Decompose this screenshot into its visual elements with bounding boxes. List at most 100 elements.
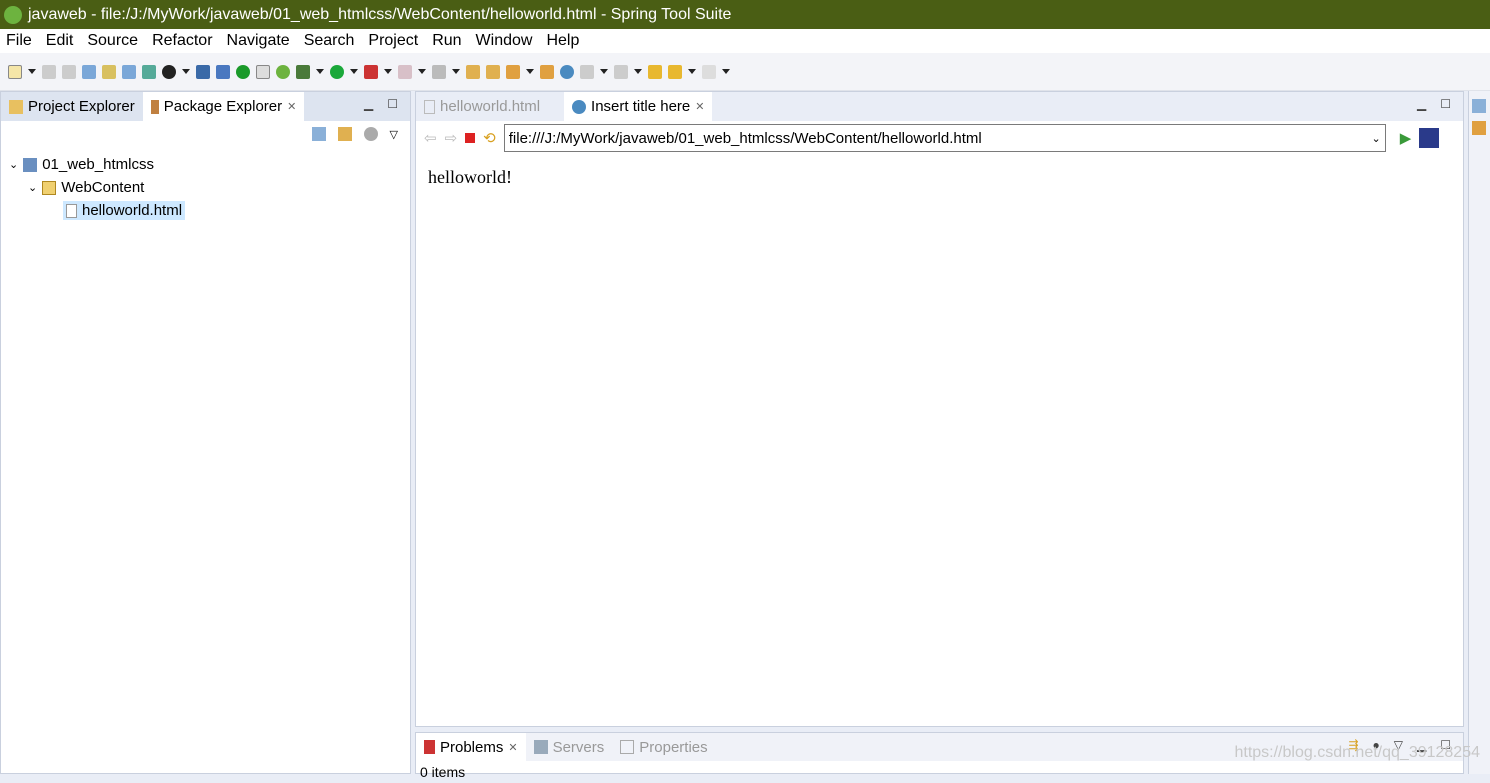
dropdown-icon[interactable] — [634, 69, 642, 74]
outline-view-icon[interactable] — [1472, 99, 1486, 113]
forward-icon[interactable] — [702, 64, 716, 79]
file-icon — [424, 99, 435, 114]
dropdown-icon[interactable] — [418, 69, 426, 74]
menu-search[interactable]: Search — [304, 32, 355, 50]
back-icon[interactable]: ⇦ — [424, 129, 437, 147]
tab-label: Project Explorer — [28, 98, 135, 115]
save-icon[interactable] — [42, 64, 56, 79]
search-icon[interactable] — [506, 64, 520, 79]
tab-project-explorer[interactable]: Project Explorer — [1, 92, 143, 121]
tree-item-helloworld[interactable]: helloworld.html — [9, 199, 402, 222]
stop-icon[interactable] — [465, 133, 476, 143]
console-icon[interactable] — [196, 64, 210, 79]
go-icon[interactable]: ▶ — [1400, 129, 1412, 147]
tab-helloworld-html[interactable]: helloworld.html — [416, 92, 548, 121]
eclipse-icon[interactable] — [1419, 128, 1440, 148]
open-resource-icon[interactable] — [486, 64, 500, 79]
tree-item-project[interactable]: ⌄ 01_web_htmlcss — [9, 153, 402, 176]
dropdown-icon[interactable] — [722, 69, 730, 74]
open-folder-icon[interactable] — [540, 64, 554, 79]
menu-navigate[interactable]: Navigate — [227, 32, 290, 50]
chevron-down-icon[interactable]: ⌄ — [9, 158, 18, 171]
dropdown-icon[interactable] — [384, 69, 392, 74]
menu-source[interactable]: Source — [87, 32, 138, 50]
maximize-icon[interactable]: ☐ — [1440, 97, 1451, 111]
dropdown-icon[interactable] — [526, 69, 534, 74]
new-source-icon[interactable] — [122, 64, 136, 79]
project-icon — [23, 157, 38, 172]
close-icon[interactable]: ✕ — [695, 100, 704, 113]
dropdown-icon[interactable] — [350, 69, 358, 74]
run-icon[interactable] — [330, 64, 344, 79]
chevron-down-icon[interactable]: ⌄ — [28, 181, 37, 194]
tab-insert-title-here[interactable]: Insert title here ✕ — [564, 92, 713, 121]
properties-icon — [620, 740, 635, 754]
project-explorer-icon — [9, 99, 23, 114]
menu-window[interactable]: Window — [476, 32, 533, 50]
link-with-editor-icon[interactable] — [337, 127, 352, 141]
previous-annotation-icon[interactable] — [614, 64, 628, 79]
menu-refactor[interactable]: Refactor — [152, 32, 212, 50]
spring-icon[interactable] — [276, 64, 290, 79]
outline-icon[interactable] — [256, 64, 270, 79]
new-class-icon[interactable] — [82, 64, 96, 79]
url-input[interactable]: file:///J:/MyWork/javaweb/01_web_htmlcss… — [503, 124, 1386, 152]
skip-breakpoints-icon[interactable] — [216, 64, 230, 79]
menu-file[interactable]: File — [6, 32, 32, 50]
menu-run[interactable]: Run — [432, 32, 461, 50]
spring-logo-icon — [4, 5, 22, 24]
dropdown-icon[interactable] — [28, 69, 36, 74]
tab-problems[interactable]: Problems ✕ — [416, 733, 526, 761]
tree-item-webcontent[interactable]: ⌄ WebContent — [9, 176, 402, 199]
external-tools-icon[interactable] — [364, 64, 378, 79]
menu-help[interactable]: Help — [546, 32, 579, 50]
chevron-down-icon[interactable]: ⌄ — [1372, 132, 1381, 145]
open-type-icon[interactable] — [466, 64, 480, 79]
debug-icon[interactable] — [296, 64, 310, 79]
tab-label: helloworld.html — [440, 98, 541, 115]
menu-edit[interactable]: Edit — [46, 32, 74, 50]
minimize-icon[interactable]: ▁ — [1417, 97, 1426, 111]
next-annotation-icon[interactable] — [580, 64, 594, 79]
minimize-icon[interactable]: ▁ — [364, 97, 373, 111]
deploy-icon[interactable] — [142, 64, 156, 79]
view-menu-icon[interactable]: ▽ — [390, 128, 398, 141]
last-edit-icon[interactable] — [648, 64, 662, 79]
window-title: javaweb - file:/J:/MyWork/javaweb/01_web… — [28, 5, 732, 23]
new-icon[interactable] — [8, 64, 22, 79]
right-trim-bar — [1468, 91, 1490, 774]
maximize-icon[interactable]: ☐ — [387, 97, 398, 111]
dropdown-icon[interactable] — [316, 69, 324, 74]
back-icon[interactable] — [668, 64, 682, 79]
servers-icon — [533, 740, 548, 754]
stop-icon[interactable] — [398, 64, 412, 79]
task-list-icon[interactable] — [1472, 121, 1486, 135]
menu-bar: File Edit Source Refactor Navigate Searc… — [0, 29, 1490, 53]
tab-properties[interactable]: Properties — [612, 733, 715, 761]
tab-label: Package Explorer — [163, 98, 283, 115]
tab-label: Insert title here — [591, 98, 691, 115]
refresh-icon[interactable]: ⟲ — [483, 129, 496, 147]
dropdown-icon[interactable] — [182, 69, 190, 74]
file-icon — [66, 203, 77, 218]
new-package-icon[interactable] — [102, 64, 116, 79]
terminate-icon[interactable] — [432, 64, 446, 79]
forward-icon[interactable]: ⇨ — [445, 129, 458, 147]
profile-icon[interactable] — [162, 64, 176, 79]
dropdown-icon[interactable] — [688, 69, 696, 74]
boot-dashboard-icon[interactable] — [236, 64, 250, 79]
tab-label: Servers — [552, 738, 605, 756]
close-icon[interactable]: ✕ — [508, 741, 517, 754]
menu-project[interactable]: Project — [368, 32, 418, 50]
collapse-all-icon[interactable] — [311, 127, 326, 141]
tab-package-explorer[interactable]: Package Explorer ✕ — [142, 92, 305, 121]
tab-servers[interactable]: Servers — [526, 733, 613, 761]
tree-label: WebContent — [61, 179, 145, 196]
tab-label: Problems — [440, 738, 504, 756]
focus-icon[interactable] — [363, 127, 378, 141]
save-all-icon[interactable] — [62, 64, 76, 79]
dropdown-icon[interactable] — [600, 69, 608, 74]
dropdown-icon[interactable] — [452, 69, 460, 74]
web-browser-icon[interactable] — [560, 64, 574, 79]
close-icon[interactable]: ✕ — [287, 100, 296, 113]
